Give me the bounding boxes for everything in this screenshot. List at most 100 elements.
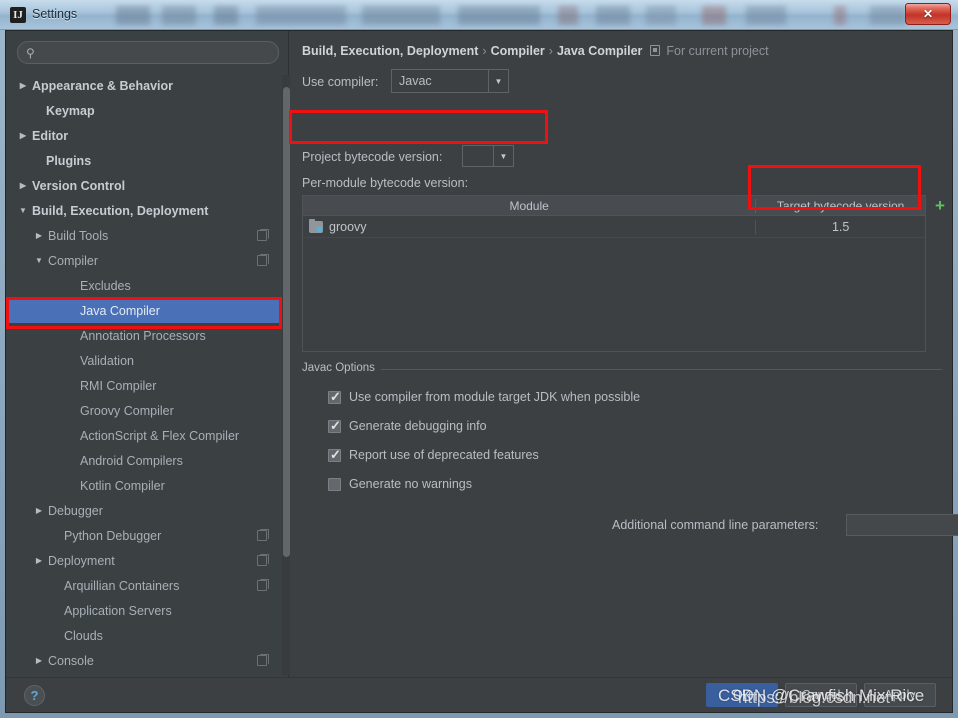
- help-button[interactable]: ?: [24, 685, 45, 706]
- chevron-right-icon[interactable]: ▶: [18, 81, 28, 90]
- sidebar-item-label: Clouds: [64, 628, 103, 643]
- project-scope-icon: [650, 45, 661, 56]
- sidebar-item-kotlin-compiler[interactable]: Kotlin Compiler: [6, 473, 289, 498]
- sidebar-item-application-servers[interactable]: Application Servers: [6, 598, 289, 623]
- sidebar-item-label: Version Control: [32, 178, 126, 193]
- column-header-target-bytecode[interactable]: Target bytecode version: [755, 198, 925, 213]
- chevron-right-icon[interactable]: ▶: [34, 506, 44, 515]
- sidebar-item-arquillian-containers[interactable]: Arquillian Containers: [6, 573, 289, 598]
- search-box[interactable]: ⚲: [17, 41, 279, 64]
- checkbox-report-deprecated-features[interactable]: Report use of deprecated features: [328, 447, 539, 463]
- chevron-down-icon[interactable]: ▼: [34, 256, 44, 265]
- sidebar-item-console[interactable]: ▶ Console: [6, 648, 289, 673]
- sidebar-item-excludes[interactable]: Excludes: [6, 273, 289, 298]
- breadcrumb-separator-2: ›: [548, 44, 553, 58]
- settings-dialog: ⚲ ▶ Appearance & Behavior Keymap ▶ Editor Plu…: [5, 30, 958, 713]
- breadcrumb-part-2[interactable]: Compiler: [491, 44, 545, 58]
- sidebar-item-appearance-behavior[interactable]: ▶ Appearance & Behavior: [6, 73, 289, 98]
- use-compiler-value: Javac: [399, 74, 432, 88]
- chevron-right-icon[interactable]: ▶: [18, 131, 28, 140]
- sidebar-item-clouds[interactable]: Clouds: [6, 623, 289, 648]
- sidebar-item-actionscript-flex-compiler[interactable]: ActionScript & Flex Compiler: [6, 423, 289, 448]
- checkbox-label: Use compiler from module target JDK when…: [349, 390, 641, 404]
- checkbox-use-compiler-from-module-jdk[interactable]: Use compiler from module target JDK when…: [328, 389, 641, 405]
- checkbox-icon: [328, 477, 341, 491]
- window-title-bar: IJ Settings ✕: [0, 0, 958, 30]
- settings-tree: ▶ Appearance & Behavior Keymap ▶ Editor Plugi…: [6, 73, 289, 675]
- chevron-right-icon[interactable]: ▶: [34, 656, 44, 665]
- sidebar-item-python-debugger[interactable]: Python Debugger: [6, 523, 289, 548]
- sidebar-item-label: RMI Compiler: [80, 378, 157, 393]
- background-window-blur: [110, 6, 910, 25]
- checkbox-generate-debugging-info[interactable]: Generate debugging info: [328, 418, 487, 434]
- sidebar-item-validation[interactable]: Validation: [6, 348, 289, 373]
- sidebar-item-deployment[interactable]: ▶ Deployment: [6, 548, 289, 573]
- checkbox-generate-no-warnings[interactable]: Generate no warnings: [328, 477, 472, 491]
- sidebar-item-android-compilers[interactable]: Android Compilers: [6, 448, 289, 473]
- breadcrumb-part-3[interactable]: Java Compiler: [557, 44, 642, 58]
- additional-params-input[interactable]: [846, 514, 958, 536]
- sidebar-item-rmi-compiler[interactable]: RMI Compiler: [6, 373, 289, 398]
- sidebar-item-version-control[interactable]: ▶ Version Control: [6, 173, 289, 198]
- watermark-text-secondary: https://blog.csdn.net: [738, 688, 891, 707]
- sidebar-item-label: Compiler: [48, 253, 99, 268]
- use-compiler-dropdown[interactable]: Javac ▼: [391, 69, 509, 93]
- chevron-right-icon[interactable]: ▶: [34, 556, 44, 565]
- checkbox-icon: [328, 447, 341, 463]
- javac-options-title: Javac Options: [302, 362, 381, 374]
- folder-module-icon: [309, 218, 323, 233]
- breadcrumb-part-1[interactable]: Build, Execution, Deployment: [302, 44, 478, 58]
- sidebar-item-label: Kotlin Compiler: [80, 478, 165, 493]
- sidebar-item-keymap[interactable]: Keymap: [6, 98, 289, 123]
- checkbox-icon: [328, 389, 341, 405]
- sidebar-item-build-tools[interactable]: ▶ Build Tools: [6, 223, 289, 248]
- chevron-down-icon[interactable]: ▼: [18, 206, 28, 215]
- additional-params-label: Additional command line parameters:: [612, 518, 819, 532]
- javac-options-divider: [302, 369, 942, 370]
- sidebar-item-label: Groovy Compiler: [80, 403, 174, 418]
- chevron-right-icon[interactable]: ▶: [18, 181, 28, 190]
- add-module-button[interactable]: +: [931, 197, 949, 216]
- table-cell-target-bytecode[interactable]: 1.5: [755, 219, 925, 234]
- per-module-bytecode-table: Module Target bytecode version groovy 1.…: [302, 195, 926, 352]
- checkbox-label: Report use of deprecated features: [349, 448, 539, 462]
- copy-settings-icon[interactable]: [257, 229, 269, 241]
- sidebar-item-label: Excludes: [80, 278, 131, 293]
- column-header-module[interactable]: Module: [303, 199, 755, 213]
- chevron-right-icon[interactable]: ▶: [34, 231, 44, 240]
- sidebar-item-plugins[interactable]: Plugins: [6, 148, 289, 173]
- chevron-down-icon: ▼: [493, 146, 513, 166]
- intellij-icon: IJ: [10, 7, 26, 23]
- close-icon[interactable]: ✕: [905, 3, 951, 25]
- checkbox-icon: [328, 418, 341, 434]
- breadcrumb: Build, Execution, Deployment › Compiler › Ja…: [302, 44, 769, 58]
- sidebar-item-label: Plugins: [46, 153, 92, 168]
- sidebar-item-groovy-compiler[interactable]: Groovy Compiler: [6, 398, 289, 423]
- java-compiler-panel: Build, Execution, Deployment › Compiler › Ja…: [290, 31, 958, 679]
- sidebar-item-build-execution-deployment[interactable]: ▼ Build, Execution, Deployment: [6, 198, 289, 223]
- project-bytecode-dropdown[interactable]: ▼: [462, 145, 514, 167]
- sidebar-item-label: Debugger: [48, 503, 103, 518]
- sidebar-scrollbar-thumb[interactable]: [283, 87, 290, 557]
- copy-settings-icon[interactable]: [257, 554, 269, 566]
- copy-settings-icon[interactable]: [257, 654, 269, 666]
- copy-settings-icon[interactable]: [257, 579, 269, 591]
- window-title: Settings: [32, 7, 78, 21]
- sidebar-item-label: Appearance & Behavior: [32, 78, 174, 93]
- sidebar-item-label: Build Tools: [48, 228, 109, 243]
- checkbox-label: Generate no warnings: [349, 477, 472, 491]
- sidebar-item-java-compiler[interactable]: Java Compiler: [6, 298, 289, 323]
- sidebar-item-editor[interactable]: ▶ Editor: [6, 123, 289, 148]
- copy-settings-icon[interactable]: [257, 254, 269, 266]
- sidebar-item-compiler[interactable]: ▼ Compiler: [6, 248, 289, 273]
- sidebar-item-label: Annotation Processors: [80, 328, 206, 343]
- table-header-row: Module Target bytecode version: [303, 196, 925, 216]
- table-row[interactable]: groovy 1.5: [303, 216, 925, 238]
- sidebar-item-label: ActionScript & Flex Compiler: [80, 428, 240, 443]
- search-input[interactable]: [44, 44, 272, 62]
- sidebar-item-debugger[interactable]: ▶ Debugger: [6, 498, 289, 523]
- checkbox-label: Generate debugging info: [349, 419, 487, 433]
- sidebar-item-annotation-processors[interactable]: Annotation Processors: [6, 323, 289, 348]
- sidebar-item-label: Deployment: [48, 553, 115, 568]
- copy-settings-icon[interactable]: [257, 529, 269, 541]
